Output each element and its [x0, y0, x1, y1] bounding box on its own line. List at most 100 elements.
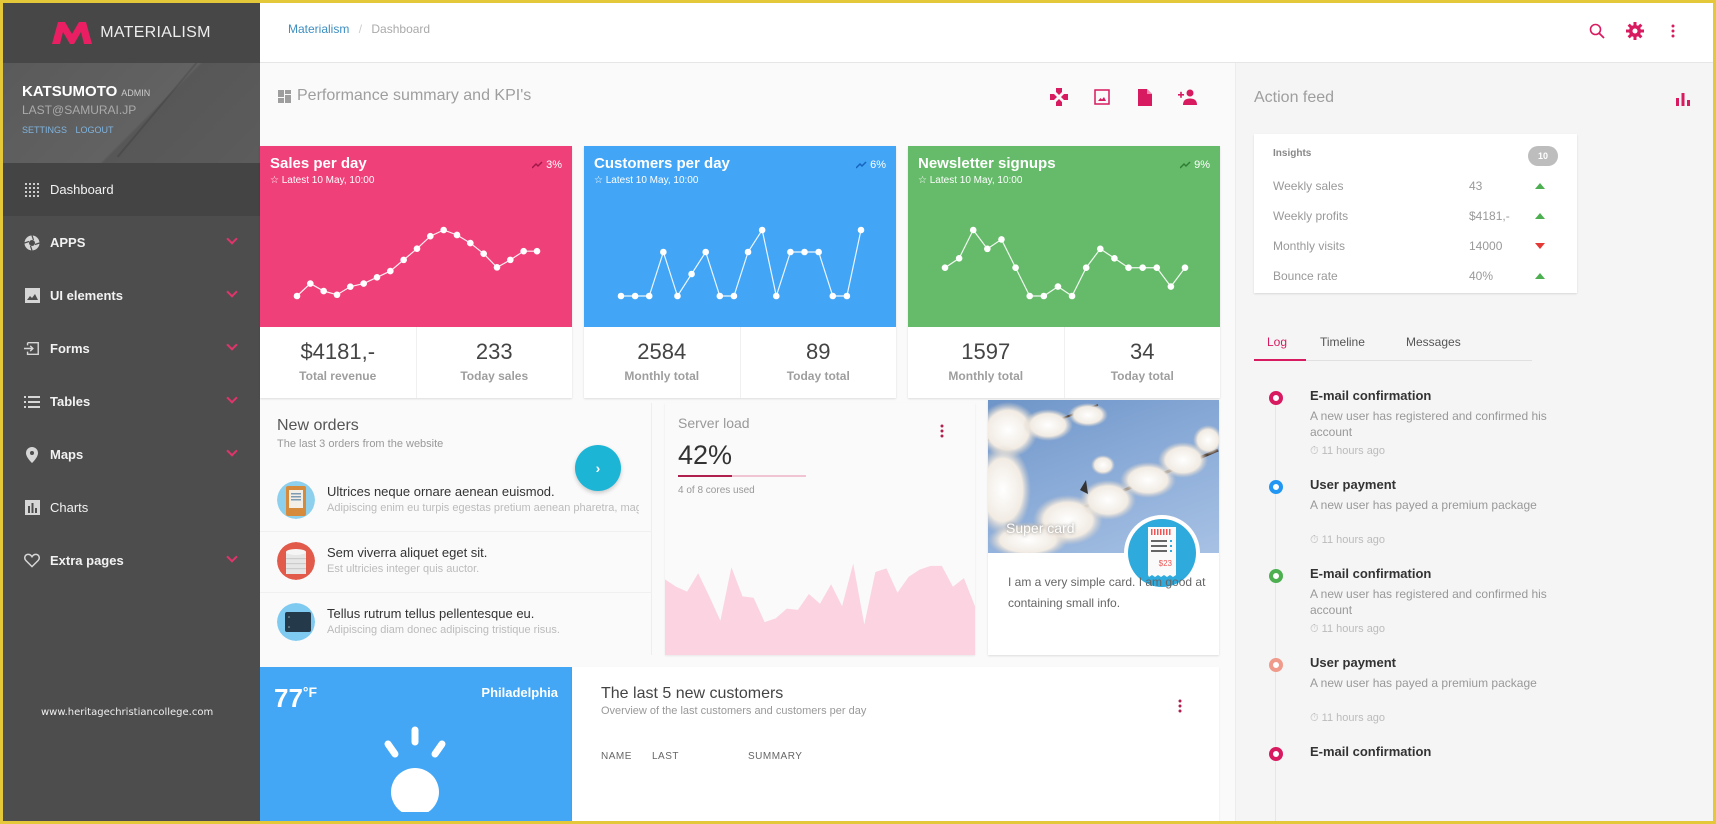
sparkline-point [480, 250, 487, 257]
kpi-stat-label: Today sales [460, 369, 529, 383]
status-dot-icon [1269, 480, 1283, 494]
bar-chart-icon [24, 500, 40, 516]
server-load-chart [665, 563, 975, 655]
weather-city: Philadelphia [481, 685, 558, 700]
sidebar-item-tables[interactable]: Tables [3, 375, 260, 428]
sidebar-item-dashboard[interactable]: Dashboard [3, 163, 260, 216]
sidebar-item-maps[interactable]: Maps [3, 428, 260, 481]
logo[interactable]: MATERIALISM [3, 3, 260, 63]
settings-link[interactable]: SETTINGS [22, 125, 67, 135]
kpi-stat-value: 233 [475, 339, 513, 364]
sidebar-item-charts[interactable]: Charts [3, 481, 260, 534]
more-vertical-icon[interactable] [1177, 698, 1183, 714]
weather-temp-unit: °F [302, 684, 318, 700]
section-title: Performance summary and KPI's [278, 87, 531, 105]
kpi-title: Newsletter signups [918, 155, 1056, 172]
tab-messages[interactable]: Messages [1406, 335, 1461, 359]
order-list-item[interactable]: Ultrices neque ornare aenean euismod. Ad… [260, 471, 652, 532]
sidebar-item-label: APPS [50, 235, 86, 250]
sun-icon [384, 726, 446, 812]
gamepad-icon[interactable] [1049, 87, 1069, 107]
sparkline-point [998, 236, 1005, 243]
kpi-trend-value: 9% [1194, 159, 1210, 171]
log-title: E-mail confirmation [1310, 566, 1432, 581]
kpi-stat: 1597 Monthly total [908, 327, 1065, 398]
gear-icon[interactable] [1625, 21, 1645, 41]
sidebar-item-label: Extra pages [50, 553, 124, 568]
search-icon[interactable] [1587, 21, 1607, 41]
column-header-last[interactable]: LAST [652, 751, 679, 762]
insight-row: Bounce rate 40% [1273, 269, 1553, 289]
bar-chart-icon[interactable] [1675, 91, 1691, 107]
more-vertical-icon[interactable] [1663, 21, 1683, 41]
document-icon[interactable] [1135, 87, 1155, 107]
order-list-item[interactable]: Sem viverra aliquet eget sit. Est ultric… [260, 532, 652, 593]
sparkline-point [1181, 264, 1189, 272]
section-actions [1049, 87, 1198, 107]
kpi-subtitle: ☆ Latest 10 May, 10:00 [918, 175, 1022, 186]
chevron-down-icon [226, 445, 238, 457]
customers-subtitle: Overview of the last customers and custo… [601, 705, 867, 717]
kpi-header: Customers per day ☆ Latest 10 May, 10:00… [584, 146, 896, 327]
customers-card: The last 5 new customers Overview of the… [572, 667, 1219, 821]
server-load-area [665, 563, 975, 655]
insight-label: Monthly visits [1273, 239, 1346, 253]
sparkline-point [307, 280, 314, 287]
breadcrumb-home-link[interactable]: Materialism [288, 22, 349, 36]
user-role: ADMIN [121, 88, 151, 98]
trending-up-icon [532, 161, 543, 169]
add-user-icon[interactable] [1178, 87, 1198, 107]
sparkline-point [400, 256, 407, 264]
user-links: SETTINGS LOGOUT [22, 125, 241, 135]
sparkline-point [320, 287, 327, 295]
tab-log[interactable]: Log [1267, 335, 1287, 359]
user-name: KATSUMOTO [22, 83, 118, 100]
insights-title: Insights [1273, 148, 1312, 159]
log-time-text: 11 hours ago [1321, 712, 1386, 724]
list-icon [24, 394, 40, 410]
sparkline-point [1068, 292, 1076, 300]
sparkline-point [716, 292, 724, 300]
sparkline-point [507, 256, 514, 264]
sparkline-point [1153, 264, 1161, 272]
watermark-text: www.heritagechristiancollege.com [41, 707, 214, 718]
sparkline-point [440, 226, 447, 234]
more-vertical-icon[interactable] [939, 423, 945, 439]
kpi-trend: 6% [856, 159, 886, 171]
kpi-stat: 34 Today total [1065, 327, 1221, 398]
kpi-card-customers: Customers per day ☆ Latest 10 May, 10:00… [584, 146, 896, 398]
sparkline-point [1012, 264, 1019, 272]
topbar-actions [1587, 21, 1683, 41]
order-title: Ultrices neque ornare aenean euismod. [327, 484, 555, 499]
insight-row: Monthly visits 14000 [1273, 239, 1553, 259]
order-list-item[interactable]: Tellus rutrum tellus pellentesque eu. Ad… [260, 593, 652, 654]
column-header-name[interactable]: NAME [601, 751, 632, 762]
kpi-trend-value: 3% [546, 159, 562, 171]
column-header-summary[interactable]: SUMMARY [748, 751, 802, 762]
sidebar-item-ui-elements[interactable]: UI elements [3, 269, 260, 322]
sidebar-item-apps[interactable]: APPS [3, 216, 260, 269]
kpi-sparkline [617, 226, 865, 300]
server-load-note: 4 of 8 cores used [678, 485, 755, 496]
sidebar-item-extra-pages[interactable]: Extra pages [3, 534, 260, 587]
arrow-down-icon [1535, 243, 1545, 249]
sparkline-point [1167, 283, 1175, 290]
logout-link[interactable]: LOGOUT [76, 125, 114, 135]
sparkline-point [387, 267, 394, 275]
image-icon[interactable] [1092, 87, 1112, 107]
sidebar-item-forms[interactable]: Forms [3, 322, 260, 375]
tab-timeline[interactable]: Timeline [1320, 335, 1365, 359]
insights-card: Insights 10 Weekly sales 43 Weekly profi… [1254, 134, 1577, 293]
sparkline-point [360, 280, 367, 287]
sparkline-point [493, 264, 501, 271]
sparkline-point [467, 239, 474, 247]
sparkline-point [453, 231, 461, 239]
sparkline-point [801, 248, 808, 256]
clipboard-icon [277, 481, 315, 519]
insight-row: Weekly sales 43 [1273, 179, 1553, 199]
sparkline-point [333, 291, 341, 299]
log-time: ⏱ 11 hours ago [1310, 534, 1385, 547]
action-feed: Action feed Insights 10 Weekly sales 43 … [1235, 63, 1713, 821]
kpi-stat-value: 2584 [637, 339, 687, 364]
arrow-up-icon [1535, 183, 1545, 189]
